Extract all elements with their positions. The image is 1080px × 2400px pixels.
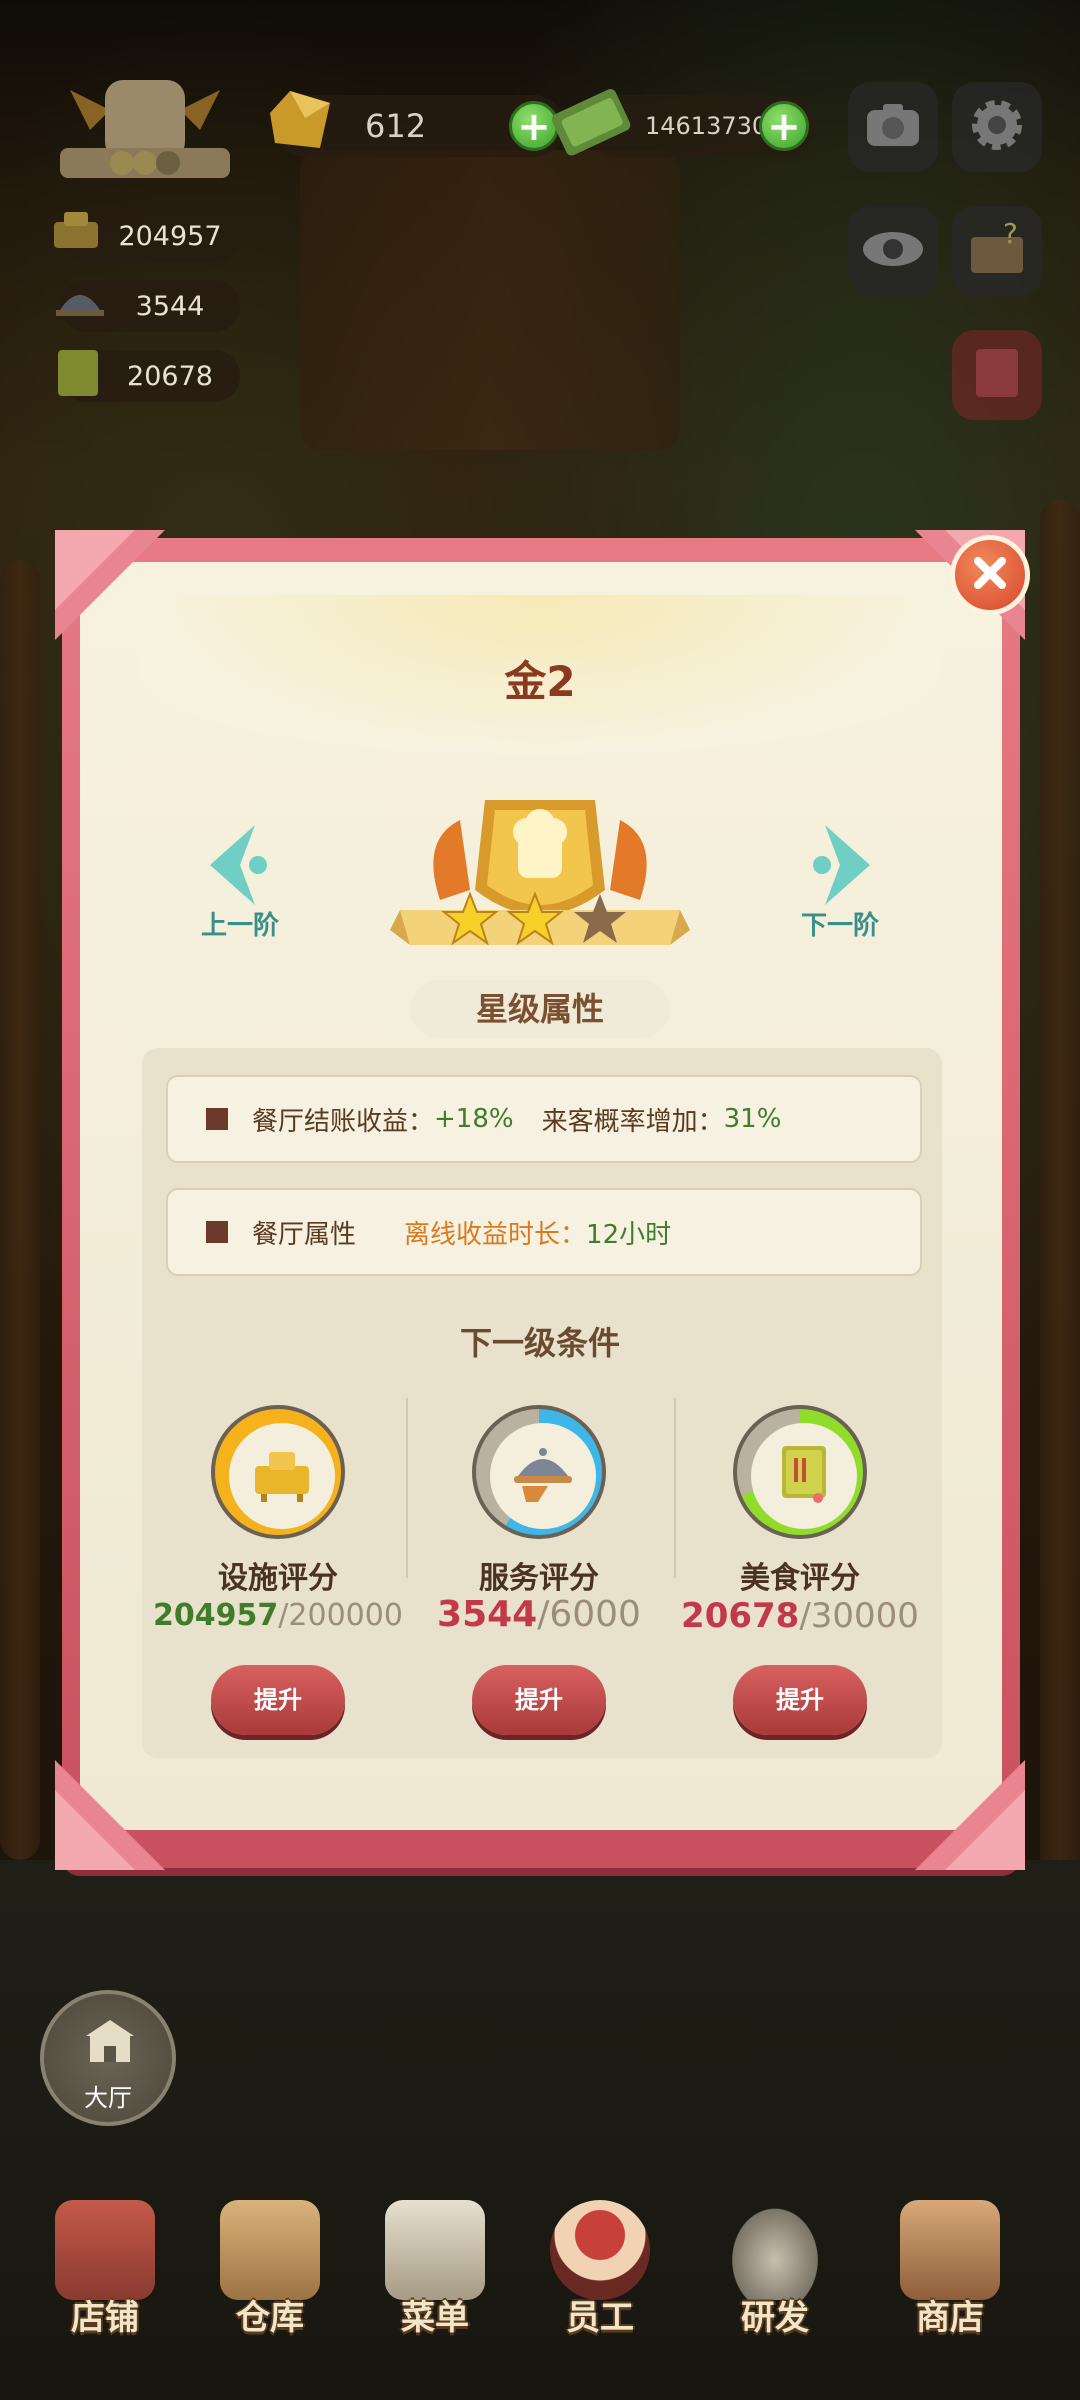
facility-score-pill: 204957 xyxy=(54,210,240,262)
camera-button[interactable] xyxy=(848,82,938,172)
food-score-label: 美食评分 xyxy=(740,1561,860,1596)
food-book-icon xyxy=(774,1442,834,1510)
food-score-progress: 20678/30000 xyxy=(681,1596,919,1636)
offline-duration-value: 12小时 xyxy=(586,1219,672,1250)
gem-icon xyxy=(260,83,340,163)
service-progress-ring xyxy=(472,1405,606,1539)
hall-label[interactable]: 大厅 xyxy=(40,2078,176,2113)
service-score-value: 3544 xyxy=(135,290,205,322)
restaurant-attr-label: 餐厅属性 xyxy=(252,1219,357,1250)
prev-tier-label[interactable]: 上一阶 xyxy=(160,905,320,942)
add-cash-button[interactable]: + xyxy=(759,101,809,151)
nav-label: 研发 xyxy=(741,2298,809,2338)
checkout-income-label: 餐厅结账收益： xyxy=(252,1106,435,1137)
nav-staff[interactable]: 员工 xyxy=(525,2200,675,2390)
dialog-corner-br xyxy=(915,1760,1025,1870)
nav-menu[interactable]: 菜单 xyxy=(360,2200,510,2390)
boxes-icon xyxy=(220,2200,320,2300)
close-icon xyxy=(970,553,1010,597)
nav-label: 菜单 xyxy=(401,2298,469,2338)
facility-score-progress: 204957/200000 xyxy=(153,1598,403,1633)
service-cloche-icon xyxy=(50,272,110,339)
eye-icon xyxy=(861,229,925,273)
close-button[interactable] xyxy=(950,535,1030,615)
nav-warehouse[interactable]: 仓库 xyxy=(195,2200,345,2390)
shop-stall-icon xyxy=(900,2200,1000,2300)
food-score-value: 20678 xyxy=(127,360,213,392)
service-score-pill: 3544 xyxy=(56,280,240,332)
camera-icon xyxy=(863,100,923,154)
customer-rate-label: 来客概率增加： xyxy=(541,1106,724,1137)
chef-avatar-icon xyxy=(550,2200,650,2300)
dialog-corner-bl xyxy=(55,1760,165,1870)
facility-icon xyxy=(247,1444,317,1508)
customer-rate-value: 31% xyxy=(723,1104,782,1134)
facility-score-value: 204957 xyxy=(118,220,222,252)
recipe-book-button[interactable] xyxy=(952,330,1042,420)
facility-score-label: 设施评分 xyxy=(218,1561,338,1596)
arrow-left-icon xyxy=(210,825,267,905)
upgrade-food-button[interactable]: 提升 xyxy=(733,1665,867,1735)
gear-icon xyxy=(969,97,1025,157)
upgrade-service-button[interactable]: 提升 xyxy=(472,1665,606,1735)
service-score-progress: 3544/6000 xyxy=(437,1594,641,1635)
facility-progress-ring xyxy=(211,1405,345,1539)
clipboard-icon xyxy=(385,2200,485,2300)
next-level-conditions-title: 下一级条件 xyxy=(459,1324,620,1362)
star-attributes-title: 星级属性 xyxy=(410,980,670,1038)
facility-icon xyxy=(46,202,106,269)
settings-button[interactable] xyxy=(952,82,1042,172)
attribute-row-offline: 餐厅属性 离线收益时长： 12小时 xyxy=(166,1188,922,1276)
star-1-icon xyxy=(441,891,499,946)
star-rating xyxy=(440,890,640,950)
divider xyxy=(406,1398,408,1578)
star-3-icon xyxy=(574,894,626,943)
upgrade-facility-button[interactable]: 提升 xyxy=(211,1665,345,1735)
prev-tier-button[interactable] xyxy=(200,820,280,910)
nav-label: 仓库 xyxy=(236,2298,304,2338)
food-book-icon xyxy=(48,342,108,409)
svg-text:?: ? xyxy=(1003,221,1018,250)
divider xyxy=(674,1398,676,1578)
help-book-button[interactable]: ? xyxy=(952,206,1042,296)
book-question-icon: ? xyxy=(967,217,1027,281)
rank-badge-icon[interactable] xyxy=(50,70,240,190)
cooking-pot-icon xyxy=(725,2200,825,2300)
gem-count: 612 xyxy=(365,107,427,145)
cash-counter: 14613730 + xyxy=(551,89,815,157)
view-button[interactable] xyxy=(848,206,938,296)
food-score-pill: 20678 xyxy=(58,350,240,402)
star-2-icon xyxy=(506,891,564,946)
nav-label: 店铺 xyxy=(71,2298,139,2338)
nav-research[interactable]: 研发 xyxy=(700,2200,850,2390)
offline-duration-label: 离线收益时长： xyxy=(404,1219,587,1250)
nav-label: 员工 xyxy=(566,2298,634,2338)
nav-label: 商店 xyxy=(916,2298,984,2338)
gem-counter: 612 + xyxy=(270,91,565,157)
bullet-square xyxy=(206,1221,228,1243)
cash-count: 14613730 xyxy=(645,112,768,140)
building-icon xyxy=(82,2016,138,2070)
attribute-row-income: 餐厅结账收益： +18% 来客概率增加： 31% xyxy=(166,1075,922,1163)
next-tier-button[interactable] xyxy=(800,820,880,910)
service-score-label: 服务评分 xyxy=(479,1561,599,1596)
red-book-icon xyxy=(972,345,1022,405)
nav-shop-front[interactable]: 店铺 xyxy=(30,2200,180,2390)
nav-store[interactable]: 商店 xyxy=(875,2200,1025,2390)
next-tier-label[interactable]: 下一阶 xyxy=(760,905,920,942)
dialog-title: 金2 xyxy=(504,657,576,706)
bullet-square xyxy=(206,1108,228,1130)
storefront-icon xyxy=(55,2200,155,2300)
service-cloche-icon xyxy=(508,1442,578,1510)
cash-icon xyxy=(545,75,635,165)
checkout-income-value: +18% xyxy=(434,1104,514,1134)
food-progress-ring xyxy=(733,1405,867,1539)
arrow-right-icon xyxy=(813,825,870,905)
